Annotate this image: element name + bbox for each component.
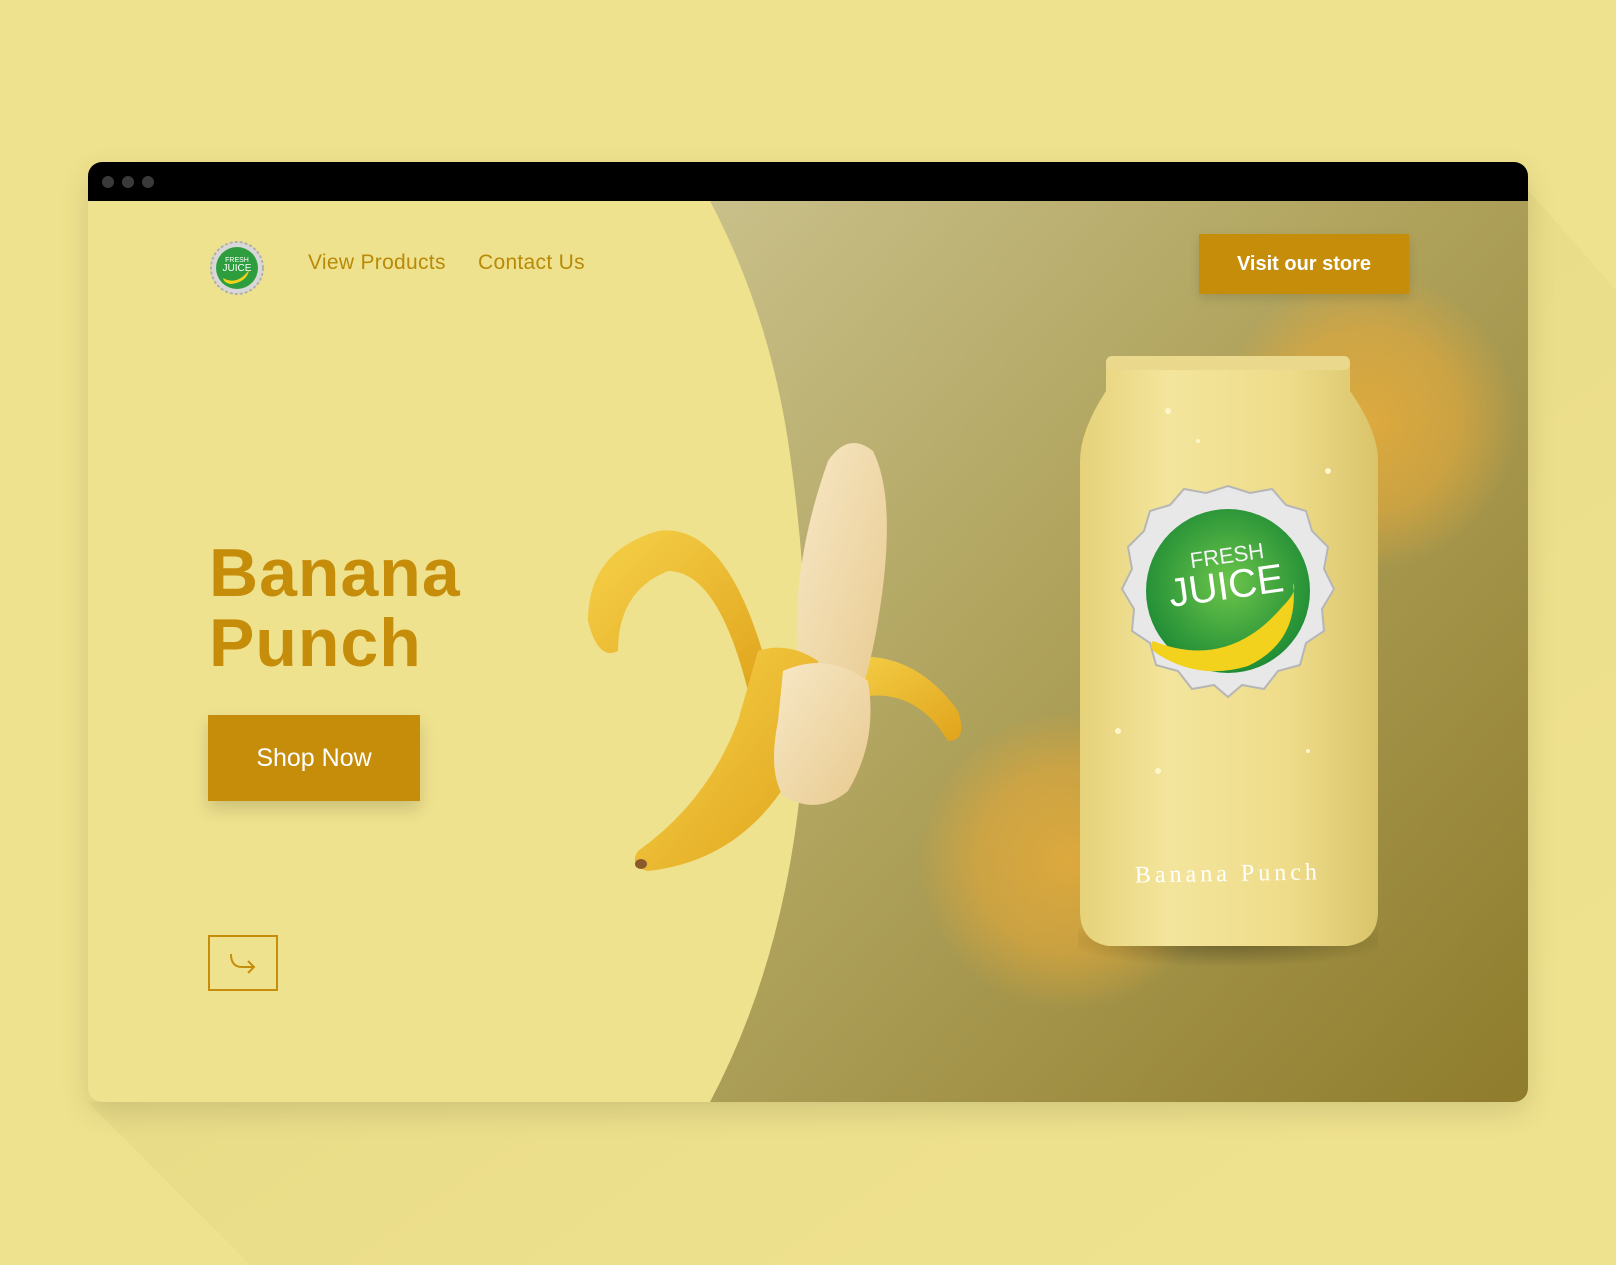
hero-title-line2: Punch bbox=[209, 605, 422, 681]
window-close-dot[interactable] bbox=[102, 176, 114, 188]
peeled-banana-image bbox=[588, 443, 962, 871]
fresh-juice-logo[interactable]: FRESH JUICE bbox=[209, 238, 265, 300]
nav-contact-us[interactable]: Contact Us bbox=[478, 251, 585, 275]
window-minimize-dot[interactable] bbox=[122, 176, 134, 188]
nav-view-products[interactable]: View Products bbox=[308, 251, 446, 275]
landing-page: FRESH JUICE View Products Contact Us Vis… bbox=[88, 201, 1528, 1102]
can-label-text: Banana Punch bbox=[1135, 859, 1321, 888]
window-maximize-dot[interactable] bbox=[142, 176, 154, 188]
visit-store-button[interactable]: Visit our store bbox=[1199, 234, 1409, 294]
arrow-curve-right-icon bbox=[230, 953, 256, 974]
browser-window: FRESH JUICE View Products Contact Us Vis… bbox=[88, 162, 1528, 1102]
hero-title: Banana Punch bbox=[209, 538, 461, 678]
browser-titlebar bbox=[88, 162, 1528, 201]
hero-title-line1: Banana bbox=[209, 535, 461, 611]
shop-now-button[interactable]: Shop Now bbox=[208, 715, 420, 801]
juice-can-image: FRESH JUICE Banana Punch bbox=[1078, 356, 1378, 967]
next-arrow-button[interactable] bbox=[208, 935, 278, 991]
